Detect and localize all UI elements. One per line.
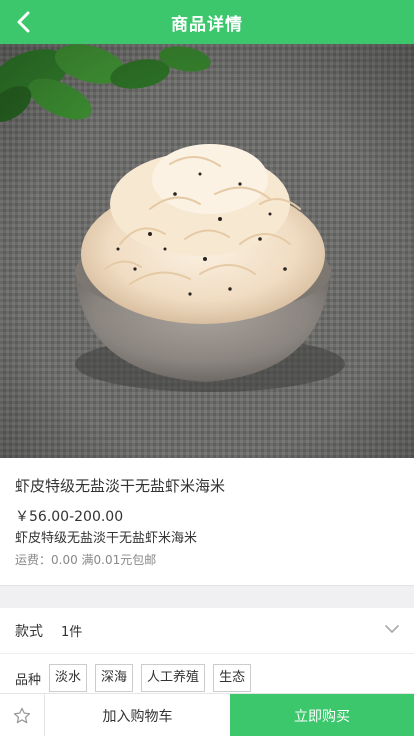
style-value: 1件 xyxy=(61,625,83,640)
chevron-left-icon xyxy=(17,11,30,33)
buy-now-button[interactable]: 立即购买 xyxy=(230,694,414,736)
product-image xyxy=(0,44,414,458)
product-options: 款式 1件 品种 淡水 深海 人工养殖 生态 xyxy=(0,608,414,694)
star-icon xyxy=(13,707,31,723)
favorite-button[interactable] xyxy=(0,694,45,736)
variety-tag[interactable]: 生态 xyxy=(213,664,252,692)
variety-label: 品种 xyxy=(15,672,42,688)
variety-tag[interactable]: 淡水 xyxy=(49,664,88,692)
page-title: 商品详情 xyxy=(171,14,243,35)
product-price: ￥56.00-200.00 xyxy=(15,509,124,525)
chevron-down-icon xyxy=(385,625,399,633)
variety-selector: 品种 淡水 深海 人工养殖 生态 xyxy=(0,662,414,694)
top-navbar: 商品详情 xyxy=(0,0,414,44)
variety-tag[interactable]: 人工养殖 xyxy=(141,664,206,692)
product-info: 虾皮特级无盐淡干无盐虾米海米 ￥56.00-200.00 虾皮特级无盐淡干无盐虾… xyxy=(0,458,414,586)
style-selector[interactable]: 款式 1件 xyxy=(0,608,414,654)
style-label: 款式 xyxy=(15,623,43,640)
add-to-cart-button[interactable]: 加入购物车 xyxy=(45,694,230,736)
back-button[interactable] xyxy=(12,10,36,34)
product-name: 虾皮特级无盐淡干无盐虾米海米 xyxy=(15,477,226,495)
bottom-action-bar: 加入购物车 立即购买 xyxy=(0,693,414,736)
shipping-info: 运费：0.00 满0.01元包邮 xyxy=(15,553,157,567)
product-subtitle: 虾皮特级无盐淡干无盐虾米海米 xyxy=(15,531,198,546)
variety-tag[interactable]: 深海 xyxy=(95,664,134,692)
